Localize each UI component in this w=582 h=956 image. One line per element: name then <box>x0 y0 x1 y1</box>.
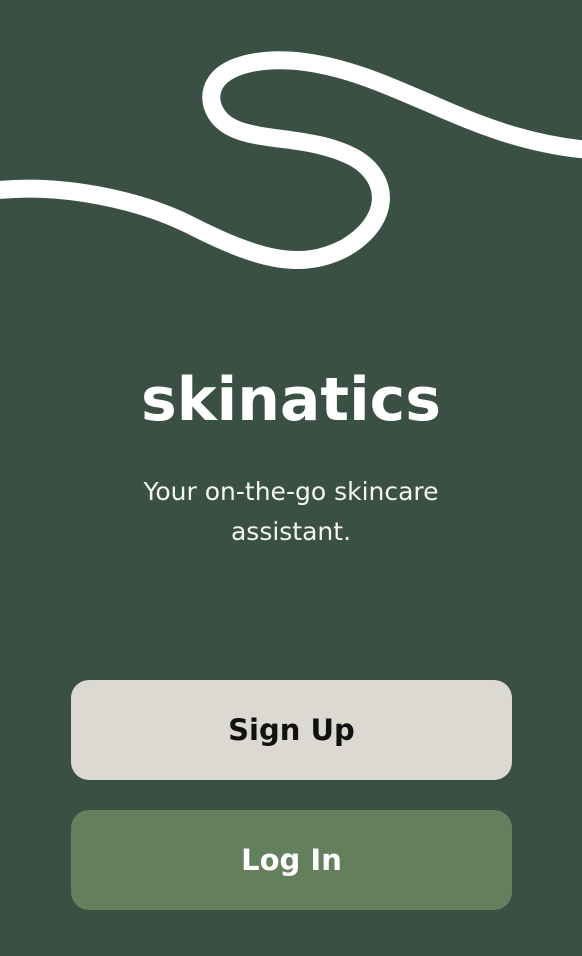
welcome-screen: skinatics Your on-the-go skincare assist… <box>0 0 582 956</box>
log-in-button[interactable]: Log In <box>71 810 512 910</box>
sign-up-button[interactable]: Sign Up <box>71 680 512 780</box>
app-logo-title: skinatics <box>141 365 441 435</box>
app-tagline: Your on-the-go skincare assistant. <box>143 477 439 546</box>
decorative-wave <box>0 51 582 270</box>
